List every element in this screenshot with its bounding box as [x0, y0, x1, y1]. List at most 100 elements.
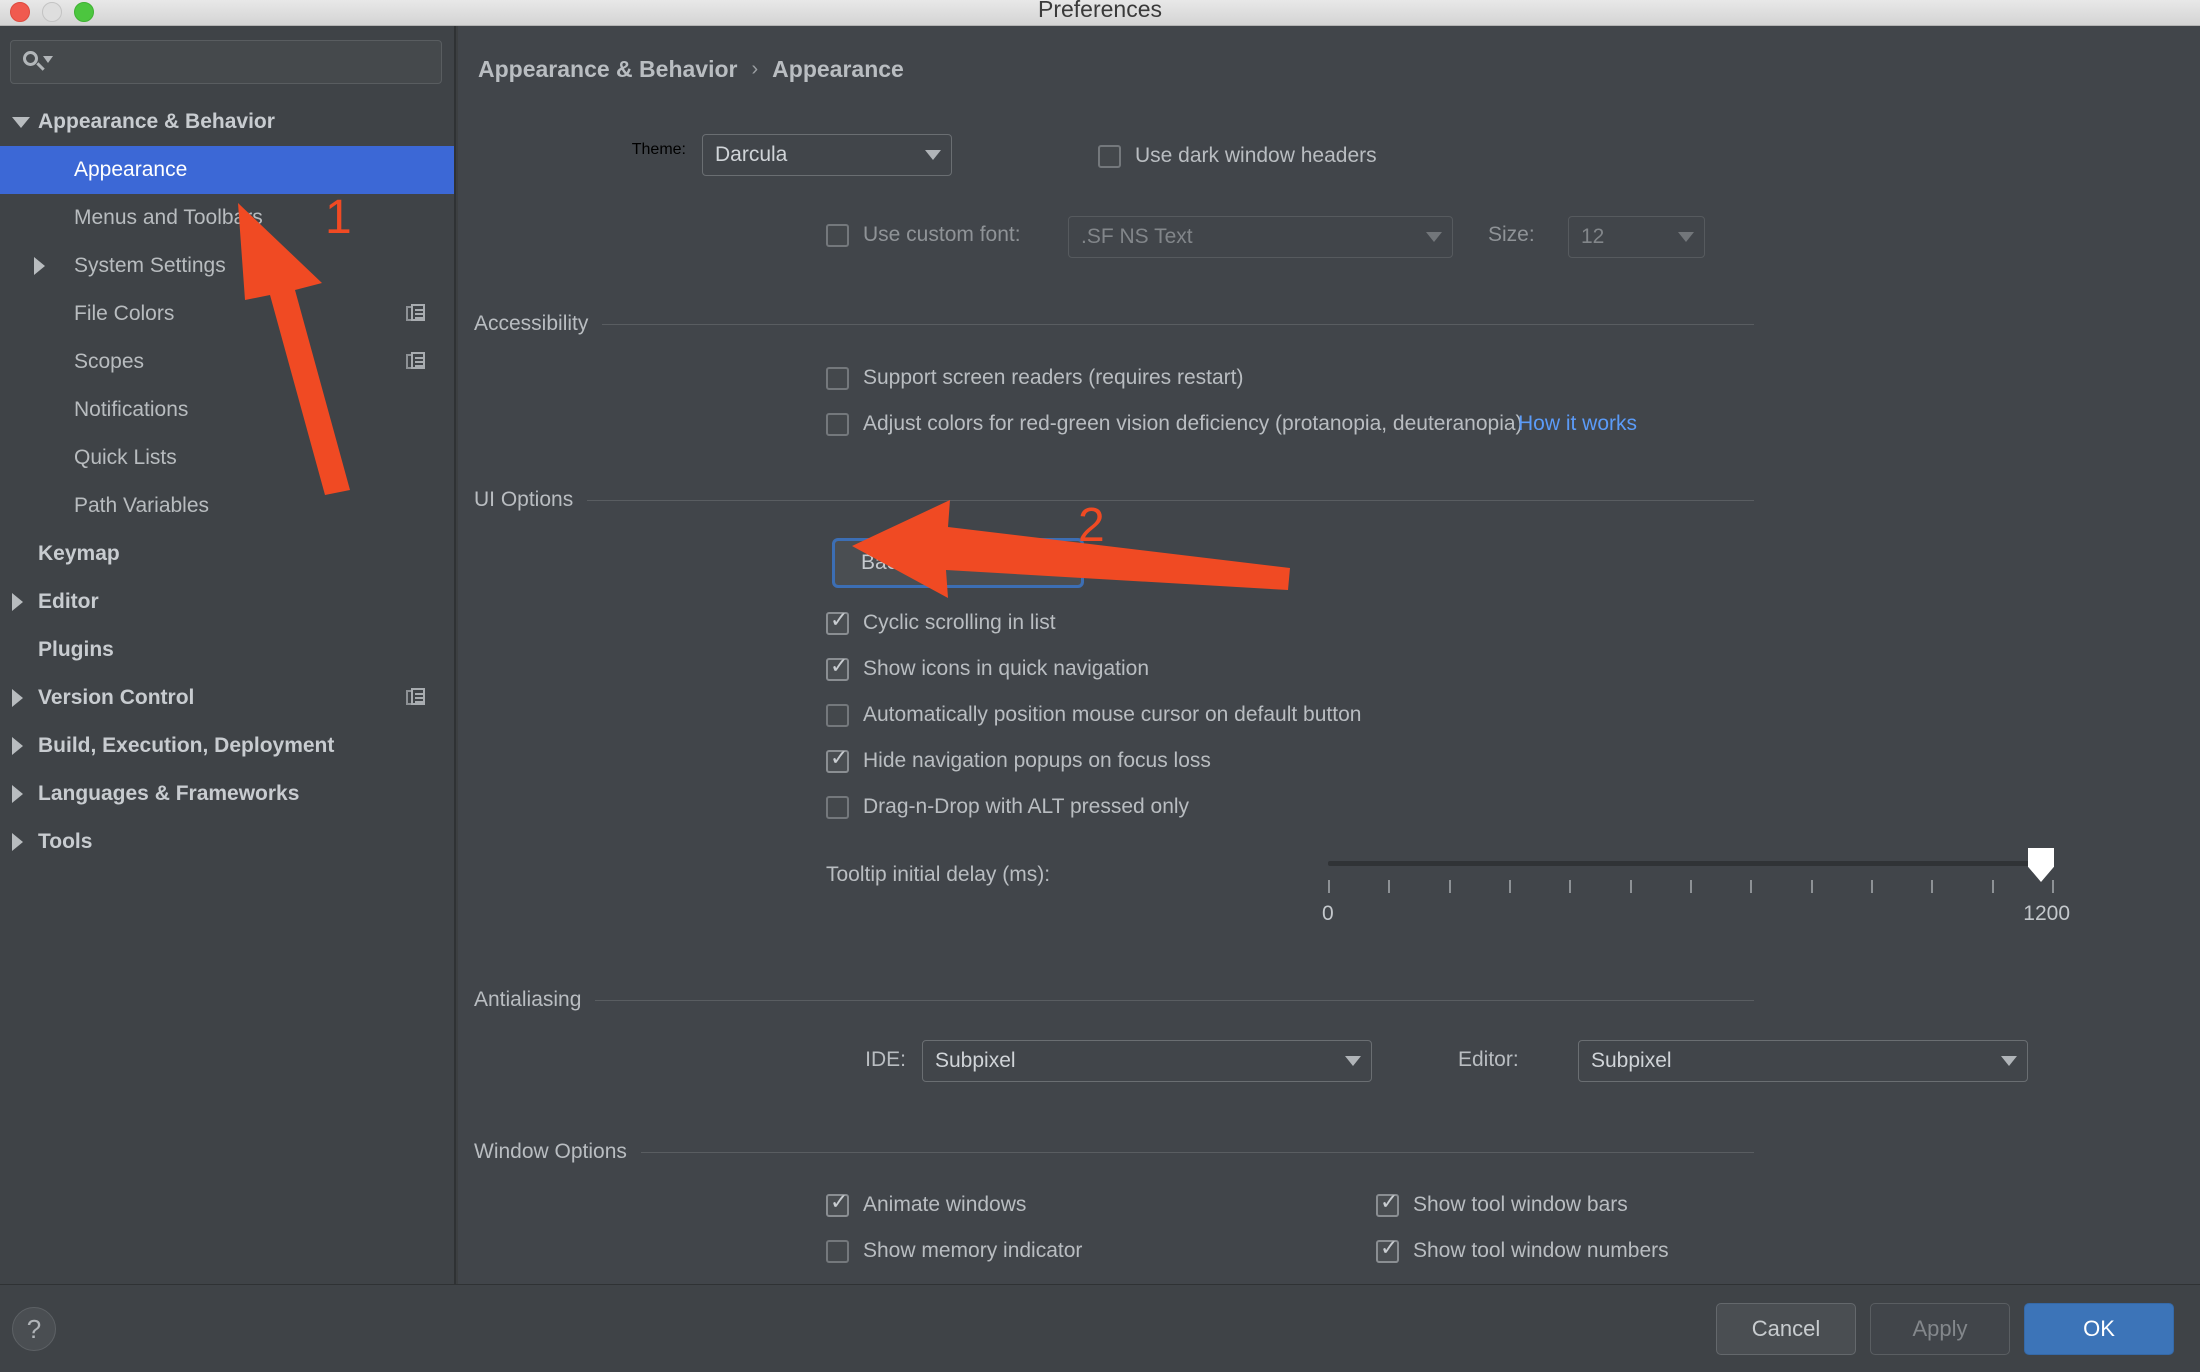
chevron-right-icon[interactable] — [12, 833, 23, 851]
sidebar-item-scopes[interactable]: Scopes — [0, 338, 454, 386]
slider-track[interactable] — [1328, 861, 2054, 866]
checkbox-box[interactable] — [826, 795, 849, 819]
checkbox-label: Support screen readers (requires restart… — [863, 366, 1244, 389]
chevron-down-icon — [1991, 1056, 2027, 1066]
sidebar-item-plugins[interactable]: Plugins — [0, 626, 454, 674]
slider-max-label: 1200 — [2023, 902, 2070, 925]
theme-select[interactable]: Darcula — [702, 134, 952, 176]
sidebar-item-label: Keymap — [38, 542, 120, 565]
chevron-right-icon[interactable] — [12, 593, 23, 611]
sidebar-item-file-colors[interactable]: File Colors — [0, 290, 454, 338]
sidebar-item-menus-and-toolbars[interactable]: Menus and Toolbars — [0, 194, 454, 242]
checkbox-label: Show tool window numbers — [1413, 1239, 1669, 1262]
use-custom-font-checkbox[interactable]: Use custom font: — [826, 223, 1021, 247]
checkbox-box[interactable] — [826, 1190, 849, 1217]
checkbox-box[interactable] — [1098, 144, 1121, 168]
copy-settings-icon[interactable] — [406, 304, 426, 324]
checkbox-box[interactable] — [826, 746, 849, 773]
sidebar-item-languages-frameworks[interactable]: Languages & Frameworks — [0, 770, 454, 818]
chevron-right-icon[interactable] — [34, 257, 45, 275]
sidebar-item-system-settings[interactable]: System Settings — [0, 242, 454, 290]
checkbox-box[interactable] — [826, 608, 849, 635]
section-divider — [595, 999, 1754, 1001]
editor-antialiasing-select[interactable]: Subpixel — [1578, 1040, 2028, 1082]
sidebar-item-label: Menus and Toolbars — [74, 206, 263, 229]
support-screen-readers-checkbox[interactable]: Support screen readers (requires restart… — [826, 366, 1244, 390]
slider-tick — [1810, 880, 1813, 893]
sidebar-item-appearance[interactable]: Appearance — [0, 146, 454, 194]
sidebar-item-keymap[interactable]: Keymap — [0, 530, 454, 578]
checkbox-box[interactable] — [826, 223, 849, 247]
help-button[interactable]: ? — [12, 1307, 56, 1351]
show-icons-quick-navigation-checkbox[interactable]: Show icons in quick navigation — [826, 654, 1150, 681]
show-memory-indicator-checkbox[interactable]: Show memory indicator — [826, 1239, 1082, 1263]
cyclic-scrolling-checkbox[interactable]: Cyclic scrolling in list — [826, 608, 1056, 635]
sidebar-item-label: Build, Execution, Deployment — [38, 734, 335, 757]
slider-tick — [2051, 880, 2054, 893]
checkbox-label: Adjust colors for red-green vision defic… — [863, 412, 1523, 435]
checkbox-label: Drag-n-Drop with ALT pressed only — [863, 795, 1190, 818]
checkbox-label: Show icons in quick navigation — [863, 657, 1150, 680]
copy-settings-icon[interactable] — [406, 688, 426, 708]
checkbox-label: Use custom font: — [863, 223, 1021, 246]
sidebar-item-version-control[interactable]: Version Control — [0, 674, 454, 722]
theme-label: Theme: — [631, 141, 686, 158]
checkbox-box[interactable] — [1376, 1236, 1399, 1263]
checkbox-box[interactable] — [826, 412, 849, 436]
checkbox-box[interactable] — [826, 1239, 849, 1263]
slider-tick — [1931, 880, 1934, 893]
chevron-right-icon[interactable] — [12, 689, 23, 707]
slider-thumb[interactable] — [2028, 848, 2054, 882]
ok-button[interactable]: OK — [2024, 1303, 2174, 1355]
custom-font-select[interactable]: .SF NS Text — [1068, 216, 1453, 258]
sidebar-item-build-execution-deployment[interactable]: Build, Execution, Deployment — [0, 722, 454, 770]
font-size-select[interactable]: 12 — [1568, 216, 1705, 258]
chevron-right-icon[interactable] — [12, 737, 23, 755]
sidebar-item-label: File Colors — [74, 302, 175, 325]
window-title: Preferences — [1037, 0, 1162, 22]
sidebar-item-path-variables[interactable]: Path Variables — [0, 482, 454, 530]
ui-options-title: UI Options — [474, 488, 574, 511]
slider-tick — [1689, 880, 1692, 893]
checkbox-box[interactable] — [826, 703, 849, 727]
checkbox-box[interactable] — [826, 654, 849, 681]
checkbox-label: Show memory indicator — [863, 1239, 1083, 1262]
sidebar-item-notifications[interactable]: Notifications — [0, 386, 454, 434]
checkbox-label: Use dark window headers — [1135, 144, 1377, 167]
sidebar-item-label: Appearance — [74, 158, 188, 181]
show-tool-window-bars-checkbox[interactable]: Show tool window bars — [1376, 1190, 1628, 1217]
checkbox-box[interactable] — [826, 366, 849, 390]
chevron-down-icon[interactable] — [12, 116, 30, 128]
copy-settings-icon[interactable] — [406, 352, 426, 372]
checkbox-box[interactable] — [1376, 1190, 1399, 1217]
sidebar-item-label: Plugins — [38, 638, 114, 661]
how-it-works-link[interactable]: How it works — [1518, 412, 1637, 436]
ide-antialiasing-select[interactable]: Subpixel — [922, 1040, 1372, 1082]
sidebar-item-tools[interactable]: Tools — [0, 818, 454, 866]
editor-antialiasing-value: Subpixel — [1591, 1049, 1672, 1072]
background-image-button[interactable]: Background Image... — [832, 538, 1084, 588]
apply-button[interactable]: Apply — [1870, 1303, 2010, 1355]
hide-navigation-popups-checkbox[interactable]: Hide navigation popups on focus loss — [826, 746, 1211, 773]
chevron-right-icon[interactable] — [12, 785, 23, 803]
breadcrumb-root[interactable]: Appearance & Behavior — [478, 56, 737, 83]
sidebar-item-label: Editor — [38, 590, 99, 613]
search-box[interactable] — [10, 40, 442, 84]
editor-antialiasing-label: Editor: — [1458, 1048, 1519, 1071]
auto-position-cursor-checkbox[interactable]: Automatically position mouse cursor on d… — [826, 703, 1361, 727]
cancel-button[interactable]: Cancel — [1716, 1303, 1856, 1355]
search-input[interactable] — [55, 51, 441, 73]
use-dark-window-headers-checkbox[interactable]: Use dark window headers — [1098, 144, 1377, 168]
slider-tick — [1448, 880, 1451, 893]
theme-select-value: Darcula — [715, 143, 788, 166]
show-tool-window-numbers-checkbox[interactable]: Show tool window numbers — [1376, 1236, 1669, 1263]
animate-windows-checkbox[interactable]: Animate windows — [826, 1190, 1026, 1217]
sidebar-item-editor[interactable]: Editor — [0, 578, 454, 626]
chevron-down-icon — [915, 150, 951, 160]
slider-tick — [1569, 880, 1572, 893]
drag-n-drop-alt-checkbox[interactable]: Drag-n-Drop with ALT pressed only — [826, 795, 1189, 819]
sidebar-item-appearance-behavior[interactable]: Appearance & Behavior — [0, 98, 454, 146]
sidebar-item-quick-lists[interactable]: Quick Lists — [0, 434, 454, 482]
tooltip-delay-slider[interactable]: 0 1200 — [1322, 836, 2070, 925]
adjust-colors-vision-deficiency-checkbox[interactable]: Adjust colors for red-green vision defic… — [826, 412, 1523, 436]
